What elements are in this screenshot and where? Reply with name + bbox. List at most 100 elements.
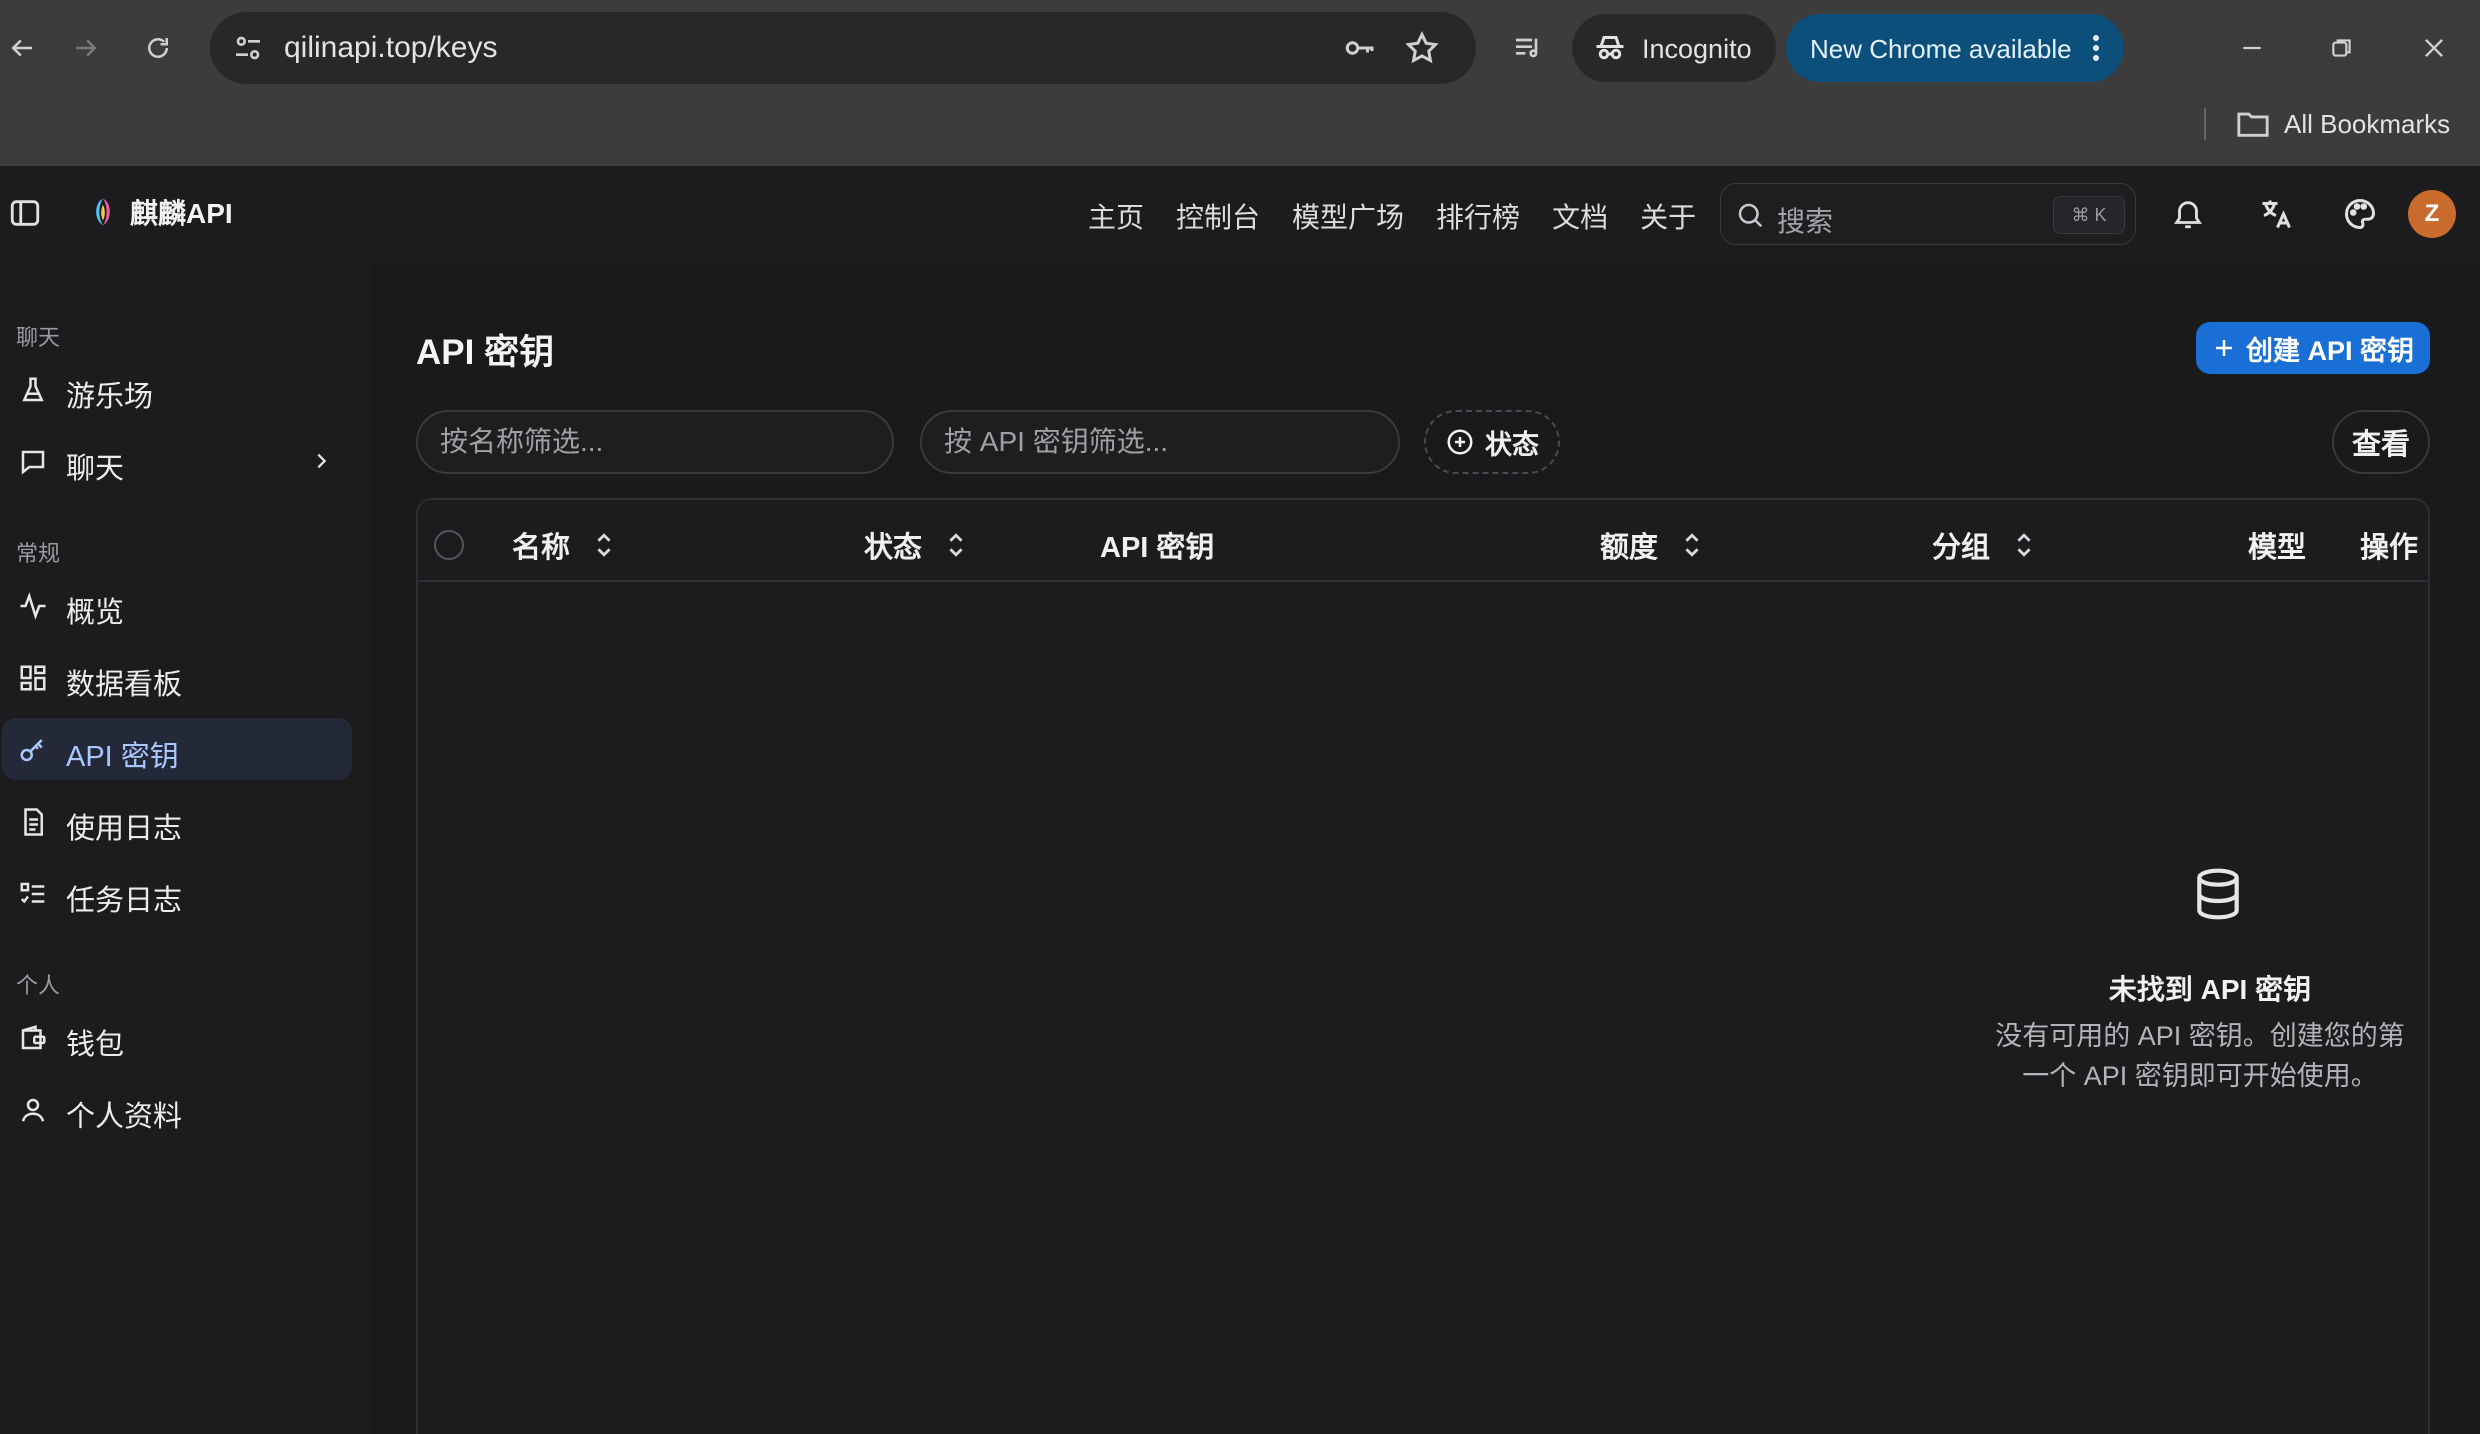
theme-button[interactable] <box>2340 194 2380 234</box>
wallet-icon <box>21 1025 46 1050</box>
all-bookmarks-button[interactable]: All Bookmarks <box>2236 104 2450 144</box>
sidebar-group-general: 常规 <box>16 541 61 566</box>
search-box[interactable]: 搜索 ⌘ K <box>1720 183 2136 245</box>
back-button[interactable] <box>0 26 44 70</box>
media-queue-icon <box>1516 38 1538 58</box>
reload-icon <box>148 38 168 58</box>
sort-icon <box>2017 533 2031 557</box>
bookmarks-divider <box>2204 108 2206 140</box>
chat-icon <box>21 450 45 475</box>
column-quota[interactable]: 额度 <box>1600 524 1702 566</box>
column-name[interactable]: 名称 <box>512 524 614 566</box>
search-shortcut-hint: ⌘ K <box>2053 196 2125 234</box>
forward-button[interactable] <box>64 26 108 70</box>
notifications-button[interactable] <box>2168 194 2208 234</box>
column-api-key-label: API 密钥 <box>1100 532 1215 564</box>
reading-list-button[interactable] <box>1506 26 1550 70</box>
sort-icon <box>949 533 963 557</box>
sidebar-group-chat: 聊天 <box>16 325 61 350</box>
nav-model-square[interactable]: 模型广场 <box>1292 196 1404 236</box>
arrow-right-icon <box>76 39 97 57</box>
close-icon <box>2425 39 2443 57</box>
column-model-label: 模型 <box>2248 532 2307 564</box>
url-text[interactable]: qilinapi.top/keys <box>284 31 497 65</box>
arrow-left-icon <box>11 39 32 57</box>
column-api-key: API 密钥 <box>1100 524 1214 566</box>
sidebar-item-label: 游乐场 <box>66 381 154 413</box>
bell-icon <box>2174 201 2202 229</box>
sidebar-item-label: 钱包 <box>66 1029 125 1061</box>
sidebar-group-personal: 个人 <box>16 973 61 998</box>
minimize-button[interactable] <box>2230 26 2274 70</box>
page-title: API 密钥 <box>416 333 555 372</box>
nav-docs[interactable]: 文档 <box>1552 196 1608 236</box>
create-api-key-button[interactable]: 创建 API 密钥 <box>2196 322 2430 374</box>
column-status[interactable]: 状态 <box>864 524 966 566</box>
sidebar-item-label: 任务日志 <box>66 885 183 917</box>
status-filter-label: 状态 <box>1485 429 1539 460</box>
brand-logo-link[interactable]: 麒麟API <box>88 192 233 232</box>
user-avatar[interactable]: Z <box>2408 190 2456 238</box>
column-group[interactable]: 分组 <box>1932 524 2034 566</box>
key-filter-input[interactable] <box>922 412 1398 472</box>
sidebar-item-wallet[interactable]: 钱包 <box>2 1006 352 1068</box>
sidebar-item-dashboard[interactable]: 数据看板 <box>2 646 352 708</box>
view-options-button[interactable]: 查看 <box>2332 410 2430 474</box>
close-window-button[interactable] <box>2412 26 2456 70</box>
language-button[interactable] <box>2256 194 2296 234</box>
sidebar-item-usage-logs[interactable]: 使用日志 <box>2 790 352 852</box>
search-placeholder: 搜索 <box>1777 206 1834 237</box>
address-bar[interactable]: qilinapi.top/keys <box>210 12 1476 84</box>
nav-home[interactable]: 主页 <box>1088 196 1144 236</box>
sidebar-item-label: 聊天 <box>66 453 125 485</box>
plus-icon <box>2215 340 2232 356</box>
password-key-icon[interactable] <box>1342 30 1378 66</box>
incognito-icon <box>1596 36 1624 60</box>
incognito-label: Incognito <box>1642 34 1752 64</box>
sidebar-item-chat[interactable]: 聊天 <box>2 430 352 492</box>
sidebar-item-label: API 密钥 <box>66 741 179 773</box>
nav-about[interactable]: 关于 <box>1640 196 1696 236</box>
sort-icon <box>597 533 611 557</box>
sidebar-item-overview[interactable]: 概览 <box>2 574 352 636</box>
nav-console[interactable]: 控制台 <box>1176 196 1260 236</box>
name-filter-input[interactable] <box>418 412 892 472</box>
sidebar: 聊天 游乐场 聊天 常规 概览 数据看板 API 密钥 使用日志 任务日志 个人… <box>0 262 372 1434</box>
sidebar-item-task-logs[interactable]: 任务日志 <box>2 862 352 924</box>
column-quota-label: 额度 <box>1600 532 1659 564</box>
column-actions-label: 操作 <box>2360 532 2419 564</box>
sidebar-item-profile[interactable]: 个人资料 <box>2 1078 352 1140</box>
qilin-logo-icon <box>96 198 110 226</box>
incognito-indicator[interactable]: Incognito <box>1572 14 1776 82</box>
all-bookmarks-label: All Bookmarks <box>2284 108 2451 139</box>
sidebar-item-api-keys[interactable]: API 密钥 <box>2 718 352 780</box>
sidebar-item-label: 使用日志 <box>66 813 183 845</box>
bookmark-star-icon[interactable] <box>1404 30 1440 66</box>
chevron-right-icon <box>317 453 327 469</box>
checklist-icon <box>20 882 45 904</box>
chrome-update-button[interactable]: New Chrome available <box>1786 14 2124 82</box>
app-header: 麒麟API 主页 控制台 模型广场 排行榜 文档 关于 搜索 ⌘ K Z <box>0 166 2480 262</box>
dashboard-icon <box>20 665 46 691</box>
nav-leaderboard[interactable]: 排行榜 <box>1436 196 1520 236</box>
sidebar-toggle-icon[interactable] <box>8 196 42 230</box>
brand-name: 麒麟API <box>130 198 233 229</box>
restore-button[interactable] <box>2320 26 2364 70</box>
key-icon <box>20 739 43 762</box>
folder-icon <box>2237 112 2269 137</box>
minimize-icon <box>2243 46 2261 50</box>
status-filter-button[interactable]: 状态 <box>1424 410 1560 474</box>
empty-state-description: 没有可用的 API 密钥。创建您的第一个 API 密钥即可开始使用。 <box>1995 1021 2405 1091</box>
column-status-label: 状态 <box>864 532 923 564</box>
site-settings-icon[interactable] <box>232 32 264 64</box>
user-icon <box>21 1098 45 1122</box>
main-content: API 密钥 创建 API 密钥 状态 查看 名称 状态 API 密钥 <box>372 262 2480 1434</box>
reload-button[interactable] <box>136 26 180 70</box>
restore-icon <box>2332 39 2351 57</box>
document-icon <box>24 808 43 836</box>
key-filter <box>920 410 1400 474</box>
sort-icon <box>1685 533 1699 557</box>
sidebar-item-playground[interactable]: 游乐场 <box>2 358 352 420</box>
plus-circle-icon <box>1447 429 1473 455</box>
select-all-checkbox[interactable] <box>434 530 464 560</box>
